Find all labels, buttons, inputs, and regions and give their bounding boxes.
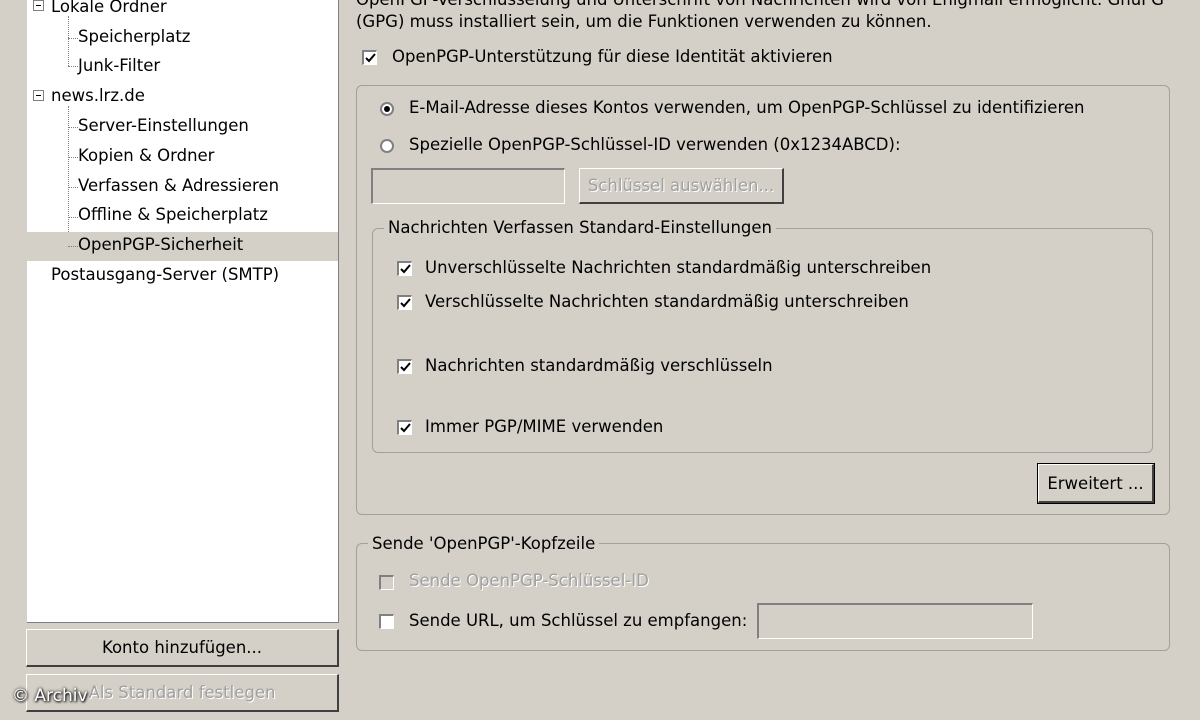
tree-item-offline-speicherplatz[interactable]: Offline & Speicherplatz bbox=[78, 204, 268, 226]
tree-item-server-einstellungen[interactable]: Server-Einstellungen bbox=[78, 115, 249, 137]
advanced-button[interactable]: Erweitert ... bbox=[1037, 463, 1155, 504]
encrypt-default-label: Nachrichten standardmäßig verschlüsseln bbox=[425, 356, 773, 375]
select-key-label: Schlüssel auswählen... bbox=[587, 176, 775, 195]
use-email-radio[interactable] bbox=[380, 102, 394, 116]
send-key-id-checkbox[interactable] bbox=[379, 575, 394, 590]
account-tree[interactable]: Lokale Ordner Speicherplatz Junk-Filter … bbox=[27, 0, 339, 623]
checkmark-icon bbox=[400, 362, 411, 372]
select-key-button[interactable]: Schlüssel auswählen... bbox=[579, 168, 784, 204]
tree-item-postausgang-server[interactable]: Postausgang-Server (SMTP) bbox=[51, 264, 279, 286]
pgp-mime-checkbox[interactable] bbox=[397, 420, 412, 435]
sign-encrypted-checkbox[interactable] bbox=[397, 295, 412, 310]
encrypt-default-checkbox[interactable] bbox=[397, 359, 412, 374]
send-url-label: Sende URL, um Schlüssel zu empfangen: bbox=[409, 611, 748, 630]
sign-unencrypted-checkbox[interactable] bbox=[397, 261, 412, 276]
send-url-checkbox[interactable] bbox=[379, 614, 394, 629]
openpgp-header-legend: Sende 'OpenPGP'-Kopfzeile bbox=[368, 534, 600, 553]
tree-item-news-lrz-de[interactable]: news.lrz.de bbox=[51, 85, 145, 107]
tree-item-junk-filter[interactable]: Junk-Filter bbox=[78, 55, 160, 77]
checkmark-icon bbox=[365, 53, 376, 63]
use-specific-key-label: Spezielle OpenPGP-Schlüssel-ID verwenden… bbox=[409, 135, 901, 154]
tree-connector bbox=[68, 217, 78, 218]
intro-text-line2: (GPG) muss installiert sein, um die Funk… bbox=[356, 12, 932, 31]
tree-item-lokale-ordner[interactable]: Lokale Ordner bbox=[51, 0, 167, 18]
tree-connector bbox=[68, 16, 69, 66]
set-default-label: Als Standard festlegen bbox=[88, 683, 276, 702]
tree-item-openpgp-sicherheit[interactable]: OpenPGP-Sicherheit bbox=[78, 234, 243, 256]
collapse-icon[interactable] bbox=[33, 90, 44, 101]
tree-connector bbox=[68, 246, 78, 247]
tree-connector bbox=[68, 127, 78, 128]
key-id-input[interactable] bbox=[371, 168, 565, 204]
compose-defaults-legend: Nachrichten Verfassen Standard-Einstellu… bbox=[384, 218, 776, 237]
enable-openpgp-label: OpenPGP-Unterstützung für diese Identitä… bbox=[392, 47, 833, 66]
tree-connector bbox=[68, 38, 78, 39]
checkmark-icon bbox=[400, 298, 411, 308]
intro-text-line1: OpenPGP-Verschlüsselung und Unterschrift… bbox=[356, 0, 1164, 9]
collapse-icon[interactable] bbox=[33, 0, 44, 11]
tree-item-kopien-ordner[interactable]: Kopien & Ordner bbox=[78, 145, 214, 167]
tree-connector bbox=[68, 157, 78, 158]
watermark: © Archiv bbox=[12, 686, 88, 706]
advanced-label: Erweitert ... bbox=[1047, 474, 1144, 493]
add-account-label: Konto hinzufügen... bbox=[101, 638, 263, 657]
use-email-label: E-Mail-Adresse dieses Kontos verwenden, … bbox=[409, 98, 1085, 117]
tree-connector bbox=[68, 187, 78, 188]
sign-encrypted-label: Verschlüsselte Nachrichten standardmäßig… bbox=[425, 292, 909, 311]
enable-openpgp-checkbox[interactable] bbox=[362, 50, 377, 65]
key-url-input[interactable] bbox=[757, 603, 1033, 639]
tree-connector bbox=[68, 66, 78, 67]
tree-item-speicherplatz[interactable]: Speicherplatz bbox=[78, 26, 190, 48]
checkmark-icon bbox=[400, 264, 411, 274]
add-account-button[interactable]: Konto hinzufügen... bbox=[26, 629, 339, 667]
pgp-mime-label: Immer PGP/MIME verwenden bbox=[425, 417, 664, 436]
sign-unencrypted-label: Unverschlüsselte Nachrichten standardmäß… bbox=[425, 258, 932, 277]
send-key-id-label: Sende OpenPGP-Schlüssel-ID bbox=[409, 571, 649, 590]
checkmark-icon bbox=[400, 423, 411, 433]
tree-item-verfassen-adressieren[interactable]: Verfassen & Adressieren bbox=[78, 175, 279, 197]
use-specific-key-radio[interactable] bbox=[380, 139, 394, 153]
